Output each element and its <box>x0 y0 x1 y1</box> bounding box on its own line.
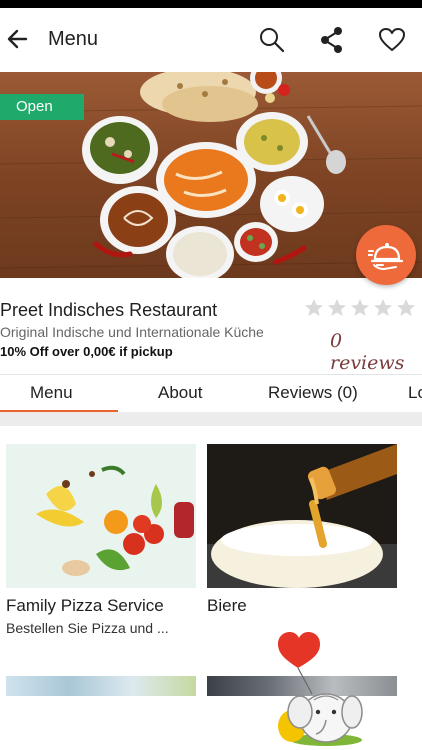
page-title: Menu <box>48 28 99 50</box>
arrow-left-icon[interactable] <box>4 24 30 54</box>
star-icon <box>351 299 369 316</box>
category-title: Biere <box>207 596 247 615</box>
tab-about[interactable]: About <box>158 383 202 403</box>
restaurant-info: Preet Indisches Restaurant Original Indi… <box>0 296 422 374</box>
star-icon <box>397 299 415 316</box>
star-icon <box>305 299 323 316</box>
delivery-cloche-icon[interactable] <box>356 225 416 285</box>
category-image <box>6 444 196 588</box>
category-card[interactable]: Biere <box>207 444 397 644</box>
category-image[interactable] <box>6 676 196 696</box>
reviews-count[interactable]: 0 reviews <box>330 330 422 374</box>
share-icon[interactable] <box>318 26 346 54</box>
restaurant-subtitle: Original Indische und Internationale Küc… <box>0 324 264 340</box>
tab-location[interactable]: Lo <box>408 383 422 403</box>
tab-menu[interactable]: Menu <box>30 383 73 403</box>
category-title: Family Pizza Service <box>6 596 164 615</box>
category-description: Bestellen Sie Pizza und ... <box>6 620 169 636</box>
star-icon <box>328 299 346 316</box>
tab-bar: Menu About Reviews (0) Lo <box>0 374 422 414</box>
tab-reviews[interactable]: Reviews (0) <box>268 383 358 403</box>
open-status-badge: Open <box>0 94 84 120</box>
divider <box>0 412 422 426</box>
heart-icon[interactable] <box>378 26 406 54</box>
restaurant-name: Preet Indisches Restaurant <box>0 300 218 320</box>
category-image <box>207 444 397 588</box>
search-icon[interactable] <box>258 26 286 54</box>
star-icon <box>374 299 392 316</box>
status-bar <box>0 0 422 8</box>
elephant-mascot-icon[interactable] <box>272 628 364 746</box>
rating-stars[interactable] <box>304 298 416 318</box>
pickup-offer: 10% Off over 0,00€ if pickup <box>0 344 173 359</box>
app-bar: Menu <box>0 8 422 72</box>
category-card[interactable]: Family Pizza Service Bestellen Sie Pizza… <box>6 444 196 644</box>
